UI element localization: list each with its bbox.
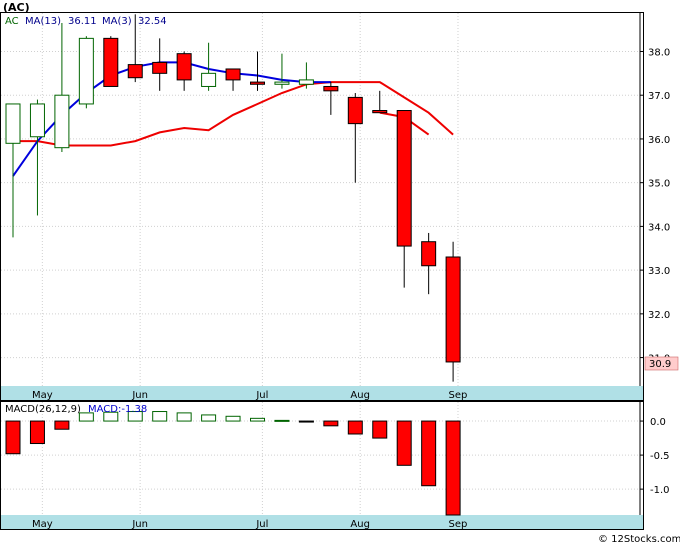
- macd-x-axis-band: [1, 515, 643, 529]
- price-y-tick-label: 37.0: [648, 91, 670, 102]
- candle-body-down: [347, 96, 363, 125]
- macd-bar-positive: [152, 411, 168, 422]
- macd-y-axis: 0.0 -0.5 -1.0: [639, 402, 670, 529]
- candle: [103, 36, 119, 87]
- price-y-tick-label: 36.0: [648, 135, 670, 146]
- macd-x-tick-label: May: [32, 519, 53, 530]
- macd-x-tick-label: Jul: [255, 519, 268, 530]
- candle-body-up: [78, 37, 94, 105]
- macd-y-tick-label: -1.0: [650, 485, 670, 496]
- macd-x-tick-label: Sep: [449, 519, 468, 530]
- price-x-tick-label: May: [32, 390, 53, 401]
- macd-bar-negative: [372, 420, 388, 439]
- macd-y-tick-label: -0.5: [650, 451, 670, 462]
- price-x-axis-band: [1, 386, 643, 400]
- candle-body-down: [250, 81, 265, 85]
- stock-chart: 31.032.033.034.035.036.037.038.0 MayJunJ…: [0, 0, 680, 546]
- candle-body-down: [396, 110, 412, 247]
- candle: [78, 36, 94, 109]
- candle-body-up: [29, 103, 45, 138]
- price-y-tick-label: 35.0: [648, 179, 670, 190]
- price-y-tick-label: 34.0: [648, 222, 670, 233]
- price-x-tick-label: Sep: [449, 390, 468, 401]
- macd-bar-negative: [54, 420, 70, 430]
- candle: [445, 241, 461, 382]
- macd-bar-positive: [225, 415, 241, 422]
- candle-body-down: [323, 85, 339, 92]
- legend-ma13-value: 36.11: [68, 16, 97, 27]
- chart-canvas: 31.032.033.034.035.036.037.038.0 MayJunJ…: [0, 1, 680, 545]
- candle-body-down: [152, 61, 168, 74]
- candle-body-up: [274, 81, 290, 85]
- price-panel: [0, 12, 644, 401]
- candle-body-down: [103, 37, 119, 87]
- price-y-tick-label: 32.0: [648, 310, 670, 321]
- legend-ma13-label: MA(13): [25, 16, 61, 27]
- macd-bar-positive: [250, 417, 265, 422]
- price-x-tick-label: Jun: [131, 390, 148, 401]
- macd-bar-negative: [29, 420, 45, 445]
- macd-bar-negative: [323, 420, 339, 427]
- candle-body-up: [5, 103, 21, 144]
- macd-bar-positive: [201, 414, 217, 422]
- macd-label: MACD(26,12,9): [5, 404, 81, 415]
- macd-bar-negative: [298, 420, 314, 423]
- macd-bar-negative: [5, 420, 21, 455]
- macd-x-tick-label: Aug: [350, 519, 370, 530]
- candle-body-down: [176, 53, 192, 81]
- macd-bar-positive: [176, 412, 192, 422]
- macd-value-label: MACD:-1.38: [88, 404, 147, 415]
- chart-title: (AC): [3, 1, 30, 14]
- candle-body-down: [421, 241, 437, 267]
- macd-x-tick-label: Jun: [131, 519, 148, 530]
- price-y-tick-label: 33.0: [648, 266, 670, 277]
- macd-bar-negative: [347, 420, 363, 435]
- price-y-axis: 31.032.033.034.035.036.037.038.0: [639, 13, 670, 400]
- macd-bar-negative: [445, 420, 461, 516]
- macd-bar-negative: [421, 420, 437, 487]
- macd-bar-negative: [396, 420, 412, 466]
- candle-body-down: [127, 64, 143, 79]
- candle-body-up: [54, 94, 70, 149]
- price-x-tick-label: Aug: [350, 390, 370, 401]
- legend-ma3-label: MA(3): [102, 16, 132, 27]
- candle-body-down: [372, 110, 388, 114]
- footer-credit: © 12Stocks.com: [598, 534, 680, 545]
- candle-body-up: [201, 72, 217, 87]
- price-x-tick-label: Jul: [255, 390, 268, 401]
- candle-body-up: [298, 79, 314, 85]
- candle-body-down: [225, 68, 241, 81]
- macd-bar-positive: [274, 419, 290, 422]
- legend-ma3-value: 32.54: [138, 16, 167, 27]
- price-y-tick-label: 38.0: [648, 47, 670, 58]
- macd-y-tick-label: 0.0: [650, 417, 666, 428]
- legend-symbol: AC: [5, 16, 19, 27]
- last-price-label: 30.9: [649, 359, 671, 370]
- candle-body-down: [445, 256, 461, 363]
